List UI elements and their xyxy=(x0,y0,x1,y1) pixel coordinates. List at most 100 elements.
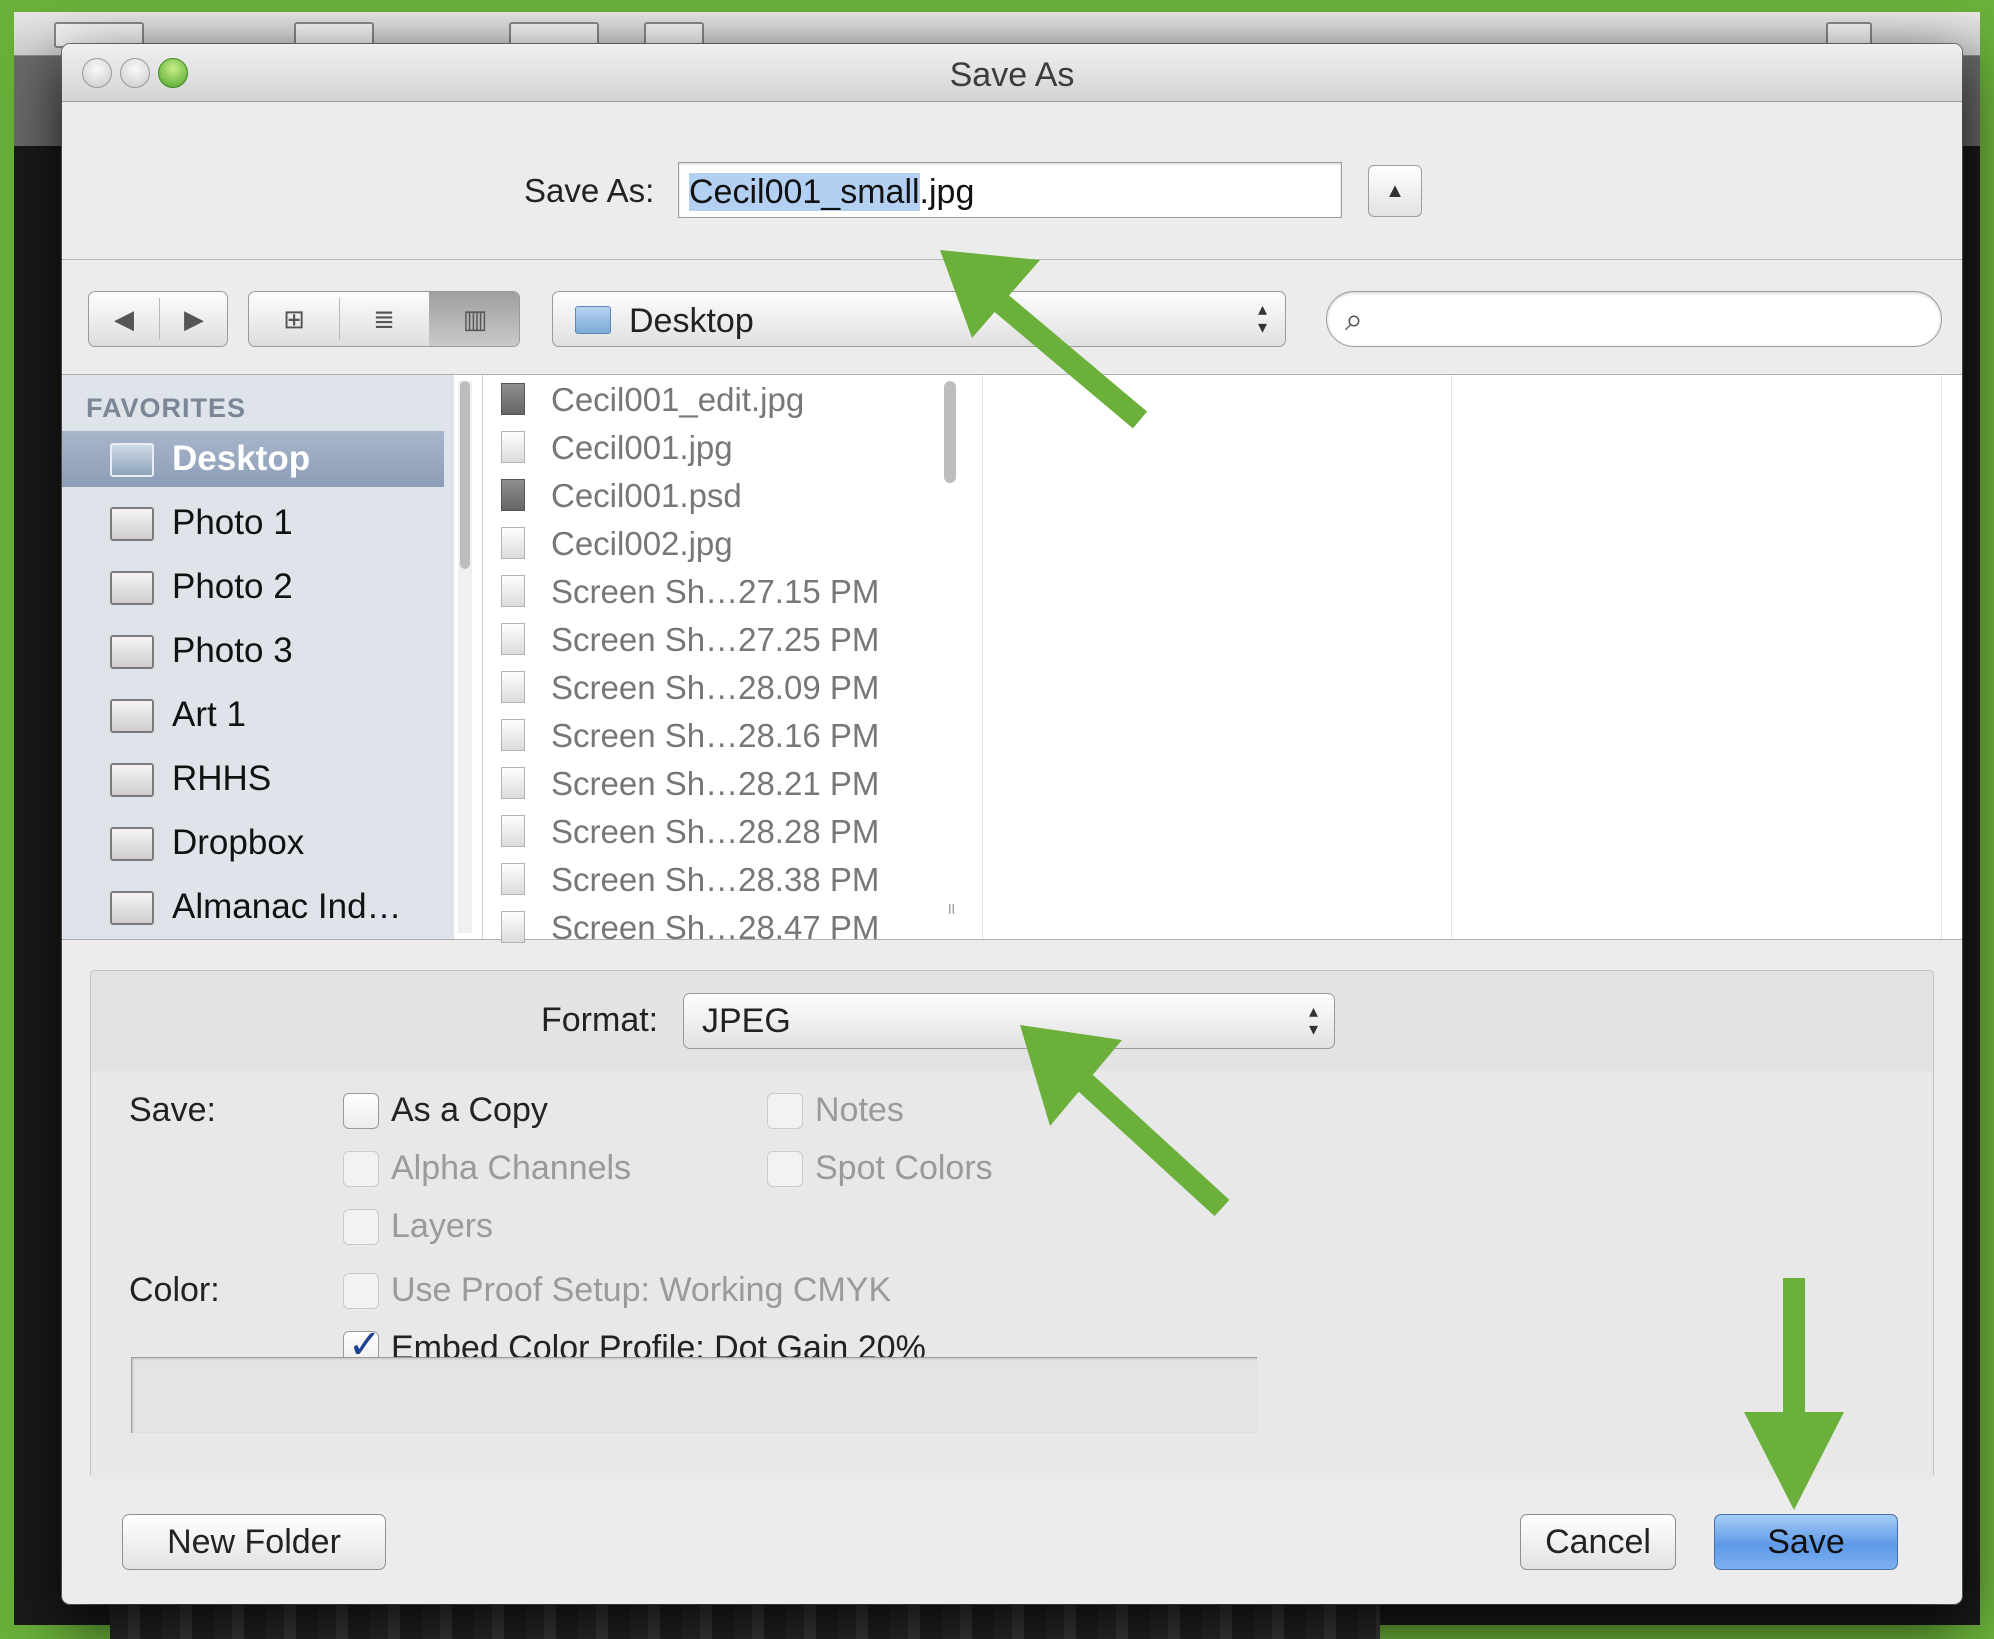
forward-icon[interactable]: ▶ xyxy=(159,292,229,346)
save-options-label: Save: xyxy=(129,1091,216,1129)
location-popup[interactable]: Desktop ▴ ▾ xyxy=(552,291,1286,347)
cancel-button[interactable]: Cancel xyxy=(1520,1514,1676,1570)
search-icon: ⌕ xyxy=(1345,301,1363,337)
column-view-icon[interactable]: ▥ xyxy=(429,292,519,346)
image-file-icon xyxy=(501,767,525,799)
desktop-icon xyxy=(110,443,154,477)
file-row[interactable]: Cecil001_edit.jpg xyxy=(483,375,923,423)
sidebar-item-art-1[interactable]: Art 1 xyxy=(62,687,444,743)
sidebar-item-photo-2[interactable]: Photo 2 xyxy=(62,559,444,615)
sidebar-item-almanac[interactable]: Almanac Ind… xyxy=(62,879,444,935)
use-proof-setup-checkbox[interactable] xyxy=(343,1273,379,1309)
image-file-icon xyxy=(501,623,525,655)
sidebar-item-desktop[interactable]: Desktop xyxy=(62,431,444,487)
file-row[interactable]: Screen Sh…28.38 PM xyxy=(483,855,923,903)
file-row[interactable]: Cecil001.psd xyxy=(483,471,923,519)
file-row[interactable]: Screen Sh…28.21 PM xyxy=(483,759,923,807)
file-name: Screen Sh…28.16 PM xyxy=(551,717,880,754)
desktop-folder-icon xyxy=(575,306,611,334)
new-folder-button[interactable]: New Folder xyxy=(122,1514,386,1570)
as-a-copy-checkbox[interactable] xyxy=(343,1093,379,1129)
notes-checkbox[interactable] xyxy=(767,1093,803,1129)
alpha-channels-checkbox[interactable] xyxy=(343,1151,379,1187)
filename-input[interactable]: Cecil001_small.jpg xyxy=(678,162,1342,218)
image-file-icon xyxy=(501,575,525,607)
column-resize-grip-icon[interactable]: ॥ xyxy=(946,897,956,919)
alpha-channels-label: Alpha Channels xyxy=(391,1149,632,1187)
format-value: JPEG xyxy=(702,1002,791,1040)
file-name: Screen Sh…28.28 PM xyxy=(551,813,880,850)
image-file-icon xyxy=(501,383,525,415)
format-popup[interactable]: JPEG ▴ ▾ xyxy=(683,993,1335,1049)
file-name: Screen Sh…27.25 PM xyxy=(551,621,880,658)
file-row[interactable]: Screen Sh…28.16 PM xyxy=(483,711,923,759)
save-as-dialog: Save As Save As: Cecil001_small.jpg ▲ ◀ … xyxy=(62,44,1962,1604)
options-panel: Format: JPEG ▴ ▾ Save: As a Copy Notes Al… xyxy=(90,970,1934,1479)
file-row[interactable]: Screen Sh…28.09 PM xyxy=(483,663,923,711)
file-column-scrollbar[interactable]: ॥ xyxy=(938,381,962,933)
sidebar-item-label: RHHS xyxy=(172,759,272,798)
file-name: Screen Sh…28.21 PM xyxy=(551,765,880,802)
divider xyxy=(62,259,1962,260)
file-name: Cecil001.psd xyxy=(551,477,742,514)
file-name: Cecil001.jpg xyxy=(551,429,733,466)
folder-icon xyxy=(110,891,154,925)
sidebar-item-label: Almanac Ind… xyxy=(172,887,402,926)
sidebar-item-label: Photo 1 xyxy=(172,503,293,542)
file-row[interactable]: Screen Sh…28.28 PM xyxy=(483,807,923,855)
file-name: Cecil001_edit.jpg xyxy=(551,381,805,418)
message-area xyxy=(131,1357,1257,1433)
file-row[interactable]: Cecil001.jpg xyxy=(483,423,923,471)
sidebar-item-rhhs[interactable]: RHHS xyxy=(62,751,444,807)
sidebar-item-dropbox[interactable]: Dropbox xyxy=(62,815,444,871)
back-icon[interactable]: ◀ xyxy=(89,292,159,346)
sidebar-item-photo-1[interactable]: Photo 1 xyxy=(62,495,444,551)
file-name: Screen Sh…28.38 PM xyxy=(551,861,880,898)
file-row[interactable]: Cecil002.jpg xyxy=(483,519,923,567)
expand-dialog-button[interactable]: ▲ xyxy=(1368,165,1422,217)
use-proof-setup-label: Use Proof Setup: Working CMYK xyxy=(391,1271,892,1309)
empty-column xyxy=(982,375,1452,939)
sidebar-item-label: Dropbox xyxy=(172,823,305,862)
folder-icon xyxy=(110,827,154,861)
spot-colors-checkbox[interactable] xyxy=(767,1151,803,1187)
sidebar-item-label: Photo 2 xyxy=(172,567,293,606)
file-row[interactable]: Screen Sh…27.15 PM xyxy=(483,567,923,615)
search-field[interactable]: ⌕ xyxy=(1326,291,1942,347)
back-forward-control: ◀ ▶ xyxy=(88,291,228,347)
sidebar-item-photo-3[interactable]: Photo 3 xyxy=(62,623,444,679)
folder-icon xyxy=(110,635,154,669)
file-row[interactable]: Screen Sh…28.47 PM xyxy=(483,903,923,951)
location-label: Desktop xyxy=(629,302,754,340)
favorites-heading: FAVORITES xyxy=(86,393,247,423)
jpg-file-icon xyxy=(501,527,525,559)
file-column: Cecil001_edit.jpg Cecil001.jpg Cecil001.… xyxy=(482,375,938,946)
title-bar: Save As xyxy=(62,44,1962,102)
layers-checkbox[interactable] xyxy=(343,1209,379,1245)
icon-view-icon[interactable]: ⊞ xyxy=(249,292,339,346)
dialog-title: Save As xyxy=(949,56,1075,94)
updown-arrows-icon: ▴ ▾ xyxy=(1308,1001,1318,1039)
image-file-icon xyxy=(501,719,525,751)
jpg-file-icon xyxy=(501,431,525,463)
file-row[interactable]: Screen Sh…27.25 PM xyxy=(483,615,923,663)
file-name: Screen Sh…27.15 PM xyxy=(551,573,880,610)
updown-arrows-icon: ▴ ▾ xyxy=(1257,299,1267,337)
sidebar-item-label: Photo 3 xyxy=(172,631,293,670)
notes-label: Notes xyxy=(815,1091,904,1129)
color-options-label: Color: xyxy=(129,1271,220,1309)
image-file-icon xyxy=(501,671,525,703)
file-name: Cecil002.jpg xyxy=(551,525,733,562)
filename-extension: .jpg xyxy=(919,173,975,211)
folder-icon xyxy=(110,699,154,733)
folder-icon xyxy=(110,763,154,797)
list-view-icon[interactable]: ≣ xyxy=(339,292,429,346)
image-file-icon xyxy=(501,815,525,847)
save-button[interactable]: Save xyxy=(1714,1514,1898,1570)
save-as-label: Save As: xyxy=(524,172,655,209)
filename-selected-text: Cecil001_small xyxy=(689,173,920,211)
format-label: Format: xyxy=(541,1001,659,1039)
psd-file-icon xyxy=(501,479,525,511)
sidebar-scrollbar[interactable] xyxy=(458,381,472,933)
as-a-copy-label: As a Copy xyxy=(391,1091,548,1129)
